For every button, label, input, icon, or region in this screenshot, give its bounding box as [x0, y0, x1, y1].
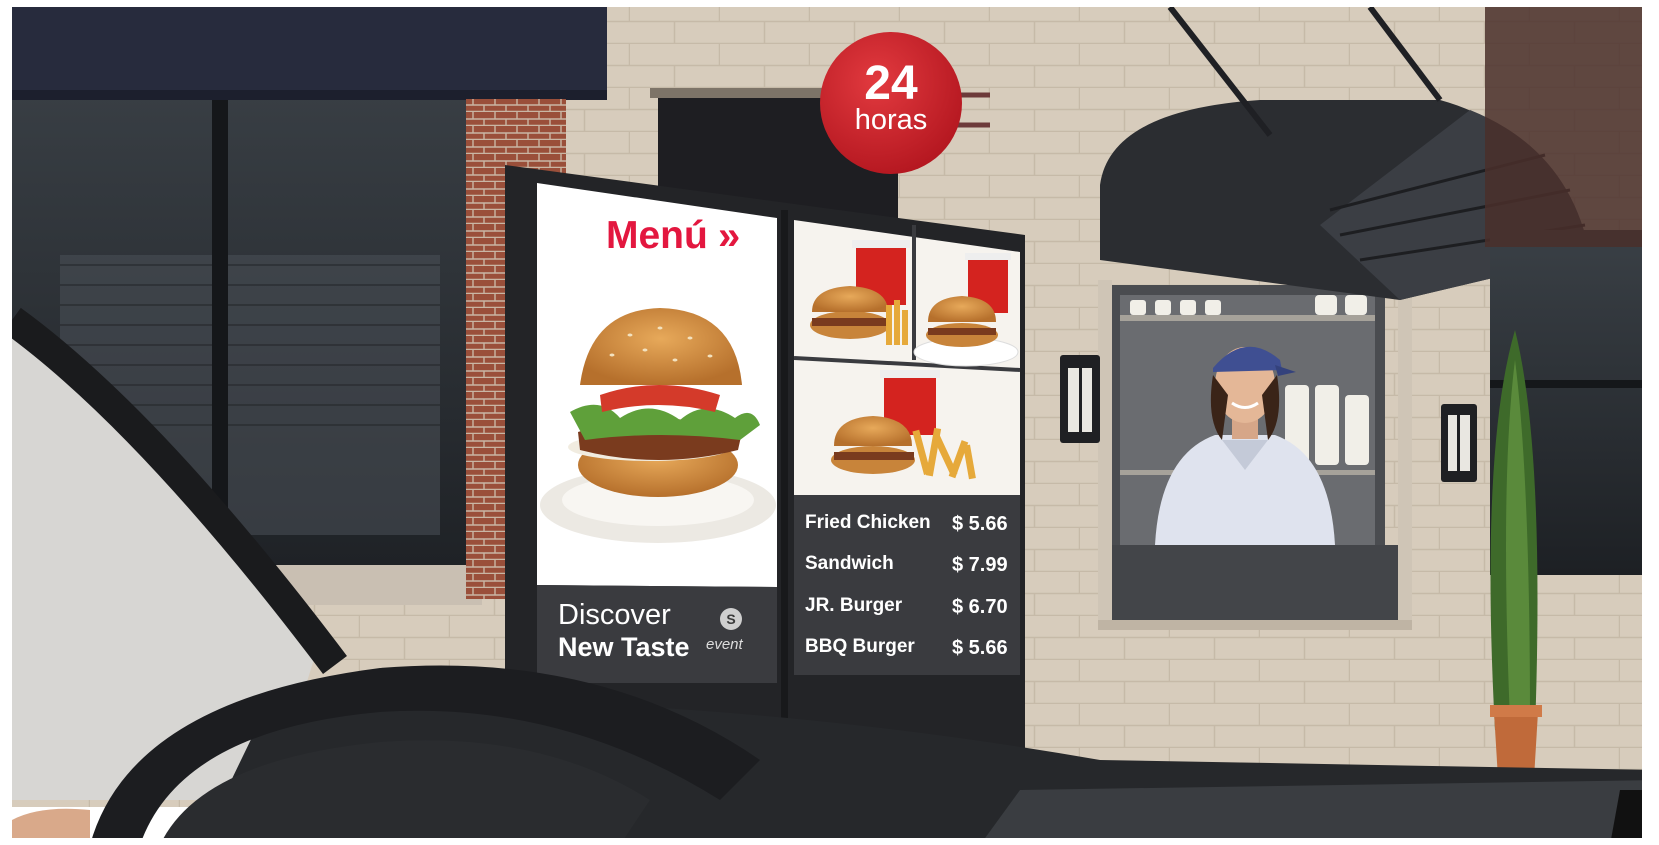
price-list-panel — [794, 495, 1020, 675]
wall-lamp-icon — [1441, 404, 1477, 482]
wall-lamp-icon — [1060, 355, 1100, 443]
promo-panel — [537, 585, 777, 683]
awning-left — [12, 7, 607, 99]
scene-illustration — [0, 0, 1659, 845]
drive-thru-scene: 24 horas Menú » Discover New Taste S eve… — [0, 0, 1659, 845]
